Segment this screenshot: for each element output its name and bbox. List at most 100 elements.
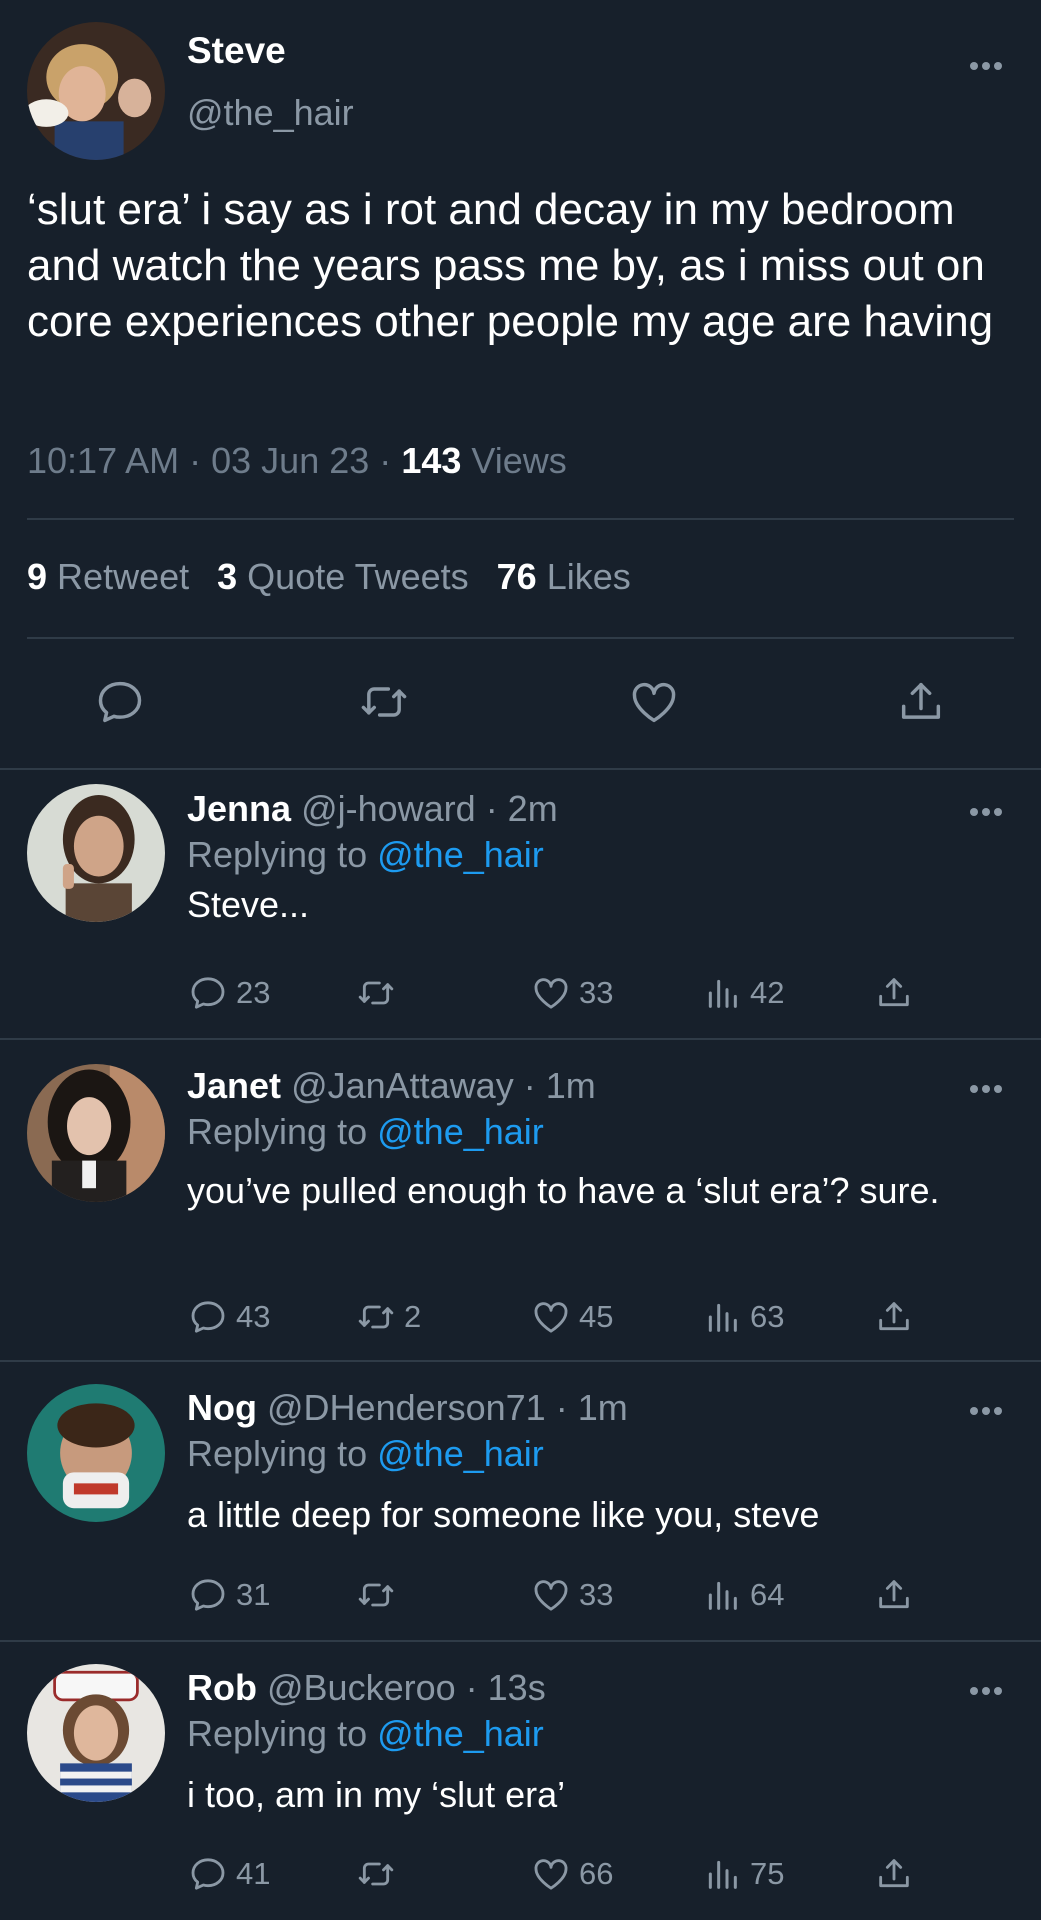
retweets-label: Retweet — [57, 556, 190, 597]
reply-tweet[interactable]: Jenna @j-howard · 2m Replying to @the_ha… — [0, 770, 1041, 1038]
reply-text: you’ve pulled enough to have a ‘slut era… — [187, 1170, 940, 1211]
author-name[interactable]: Rob — [187, 1667, 257, 1708]
reply-action[interactable]: 31 — [188, 1575, 270, 1615]
author-handle[interactable]: @JanAttaway — [291, 1065, 514, 1106]
mention-link[interactable]: @the_hair — [377, 1713, 544, 1754]
retweets-stat[interactable]: 9 Retweet — [27, 556, 189, 597]
views-count: 64 — [750, 1577, 785, 1612]
like-action[interactable]: 66 — [531, 1854, 613, 1894]
like-count: 33 — [579, 1577, 614, 1612]
quotes-count: 3 — [217, 556, 238, 597]
author-handle[interactable]: @j-howard — [301, 788, 476, 829]
retweets-count: 9 — [27, 556, 48, 597]
like-icon — [531, 1854, 571, 1894]
author-name[interactable]: Nog — [187, 1387, 257, 1428]
retweet-action[interactable] — [356, 1854, 404, 1894]
views-action[interactable]: 42 — [702, 973, 784, 1013]
likes-stat[interactable]: 76 Likes — [497, 556, 631, 597]
retweet-action[interactable] — [356, 1575, 404, 1615]
avatar[interactable] — [27, 22, 165, 160]
reply-time[interactable]: · 1m — [524, 1065, 596, 1106]
likes-count: 76 — [496, 556, 537, 597]
retweet-action[interactable] — [356, 973, 404, 1013]
views-action[interactable]: 64 — [702, 1575, 784, 1615]
share-icon — [874, 973, 914, 1013]
views-icon — [702, 1297, 742, 1337]
reply-count: 41 — [236, 1856, 271, 1891]
quotes-label: Quote Tweets — [247, 556, 469, 597]
tweet-meta: 10:17 AM · 03 Jun 23 · 143 Views — [27, 440, 567, 482]
retweet-action[interactable]: 2 — [356, 1297, 421, 1337]
retweet-icon — [356, 1575, 396, 1615]
avatar[interactable] — [27, 1064, 165, 1202]
share-icon[interactable] — [895, 676, 947, 728]
author-handle[interactable]: @the_hair — [187, 92, 354, 134]
more-options-icon[interactable] — [968, 806, 1004, 818]
like-action[interactable]: 33 — [531, 1575, 613, 1615]
reply-count: 43 — [236, 1299, 271, 1334]
divider — [27, 518, 1014, 520]
reply-action[interactable]: 43 — [188, 1297, 270, 1337]
views-icon — [702, 1575, 742, 1615]
tweet-time[interactable]: 10:17 AM — [27, 440, 179, 481]
share-action[interactable] — [874, 1854, 922, 1894]
tweet-date[interactable]: 03 Jun 23 — [211, 440, 369, 481]
reply-icon — [188, 973, 228, 1013]
mention-link[interactable]: @the_hair — [377, 834, 544, 875]
replying-label: Replying to — [187, 1713, 368, 1754]
reply-text: Steve... — [187, 884, 310, 925]
like-icon[interactable] — [628, 676, 680, 728]
reply-count: 23 — [236, 975, 271, 1010]
mention-link[interactable]: @the_hair — [377, 1433, 544, 1474]
reply-tweet[interactable]: Janet @JanAttaway · 1m Replying to @the_… — [0, 1040, 1041, 1360]
author-name[interactable]: Jenna — [187, 788, 291, 829]
replying-label: Replying to — [187, 1111, 368, 1152]
like-action[interactable]: 45 — [531, 1297, 613, 1337]
main-tweet: Steve @the_hair ‘slut era’ i say as i ro… — [0, 0, 1041, 768]
author-handle[interactable]: @Buckeroo — [267, 1667, 456, 1708]
avatar[interactable] — [27, 784, 165, 922]
quotes-stat[interactable]: 3 Quote Tweets — [217, 556, 469, 597]
views-action[interactable]: 75 — [702, 1854, 784, 1894]
like-icon — [531, 973, 571, 1013]
avatar[interactable] — [27, 1384, 165, 1522]
share-action[interactable] — [874, 973, 922, 1013]
reply-header: Jenna @j-howard · 2m — [187, 788, 558, 830]
mention-link[interactable]: @the_hair — [377, 1111, 544, 1152]
reply-text: a little deep for someone like you, stev… — [187, 1494, 820, 1535]
author-handle[interactable]: @DHenderson71 — [267, 1387, 546, 1428]
share-action[interactable] — [874, 1297, 922, 1337]
author-name[interactable]: Steve — [187, 30, 286, 72]
retweet-count: 2 — [404, 1299, 422, 1334]
engagement-stats: 9 Retweet 3 Quote Tweets 76 Likes — [27, 556, 631, 598]
avatar[interactable] — [27, 1664, 165, 1802]
like-icon — [531, 1297, 571, 1337]
reply-time[interactable]: · 13s — [466, 1667, 546, 1708]
author-name[interactable]: Janet — [187, 1065, 281, 1106]
likes-label: Likes — [546, 556, 631, 597]
reply-text: i too, am in my ‘slut era’ — [187, 1774, 566, 1815]
share-icon — [874, 1854, 914, 1894]
like-count: 33 — [579, 975, 614, 1010]
reply-action[interactable]: 23 — [188, 973, 270, 1013]
reply-header: Nog @DHenderson71 · 1m — [187, 1387, 628, 1429]
share-icon — [874, 1297, 914, 1337]
views-action[interactable]: 63 — [702, 1297, 784, 1337]
reply-time[interactable]: · 1m — [556, 1387, 628, 1428]
like-action[interactable]: 33 — [531, 973, 613, 1013]
more-options-icon[interactable] — [968, 1405, 1004, 1417]
reply-time[interactable]: · 2m — [486, 788, 558, 829]
reply-icon[interactable] — [94, 676, 146, 728]
reply-tweet[interactable]: Nog @DHenderson71 · 1m Replying to @the_… — [0, 1362, 1041, 1640]
views-count: 63 — [750, 1299, 785, 1334]
more-options-icon[interactable] — [968, 1685, 1004, 1697]
share-action[interactable] — [874, 1575, 922, 1615]
views-count: 75 — [750, 1856, 785, 1891]
reply-action[interactable]: 41 — [188, 1854, 270, 1894]
reply-tweet[interactable]: Rob @Buckeroo · 13s Replying to @the_hai… — [0, 1642, 1041, 1920]
more-options-icon[interactable] — [968, 60, 1004, 72]
retweet-icon[interactable] — [358, 676, 410, 728]
meta-separator: · — [189, 440, 202, 481]
reply-icon — [188, 1575, 228, 1615]
more-options-icon[interactable] — [968, 1083, 1004, 1095]
